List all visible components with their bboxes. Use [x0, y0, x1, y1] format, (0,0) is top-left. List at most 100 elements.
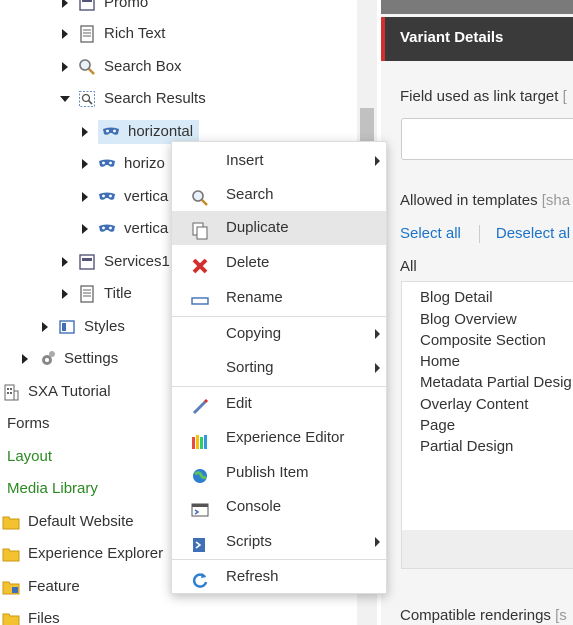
menu-item-rename[interactable]: Rename — [172, 281, 386, 315]
compatible-renderings-text: Compatible renderings — [400, 607, 551, 624]
templates-list: Blog Detail Blog Overview Composite Sect… — [402, 282, 573, 530]
tree-item-layout[interactable]: Layout — [7, 445, 52, 469]
expand-arrow-icon[interactable] — [60, 29, 70, 39]
menu-item-label: Delete — [226, 254, 270, 271]
template-item[interactable]: Blog Overview — [420, 311, 517, 328]
panel-top-bar — [381, 0, 573, 14]
template-item[interactable]: Partial Design — [420, 438, 513, 455]
link-target-label-text: Field used as link target — [400, 88, 559, 105]
tree-item-promo[interactable]: Promo — [60, 0, 148, 15]
menu-item-console[interactable]: Console — [172, 490, 386, 524]
link-target-label: Field used as link target [ — [400, 88, 567, 105]
edit-icon — [191, 395, 209, 415]
styles-icon — [58, 318, 76, 336]
tree-item-variant[interactable]: vertica — [80, 185, 168, 209]
tree-item-files[interactable]: Files — [2, 607, 60, 625]
link-target-input[interactable] — [401, 118, 573, 160]
tree-item-label: Title — [104, 285, 132, 302]
duplicate-icon — [191, 219, 209, 240]
folder-icon — [2, 610, 20, 625]
tree-item-default-website[interactable]: Default Website — [2, 510, 134, 534]
template-item[interactable]: Composite Section — [420, 332, 546, 349]
context-menu: Insert Search Duplicate Delete Rename Co… — [171, 141, 387, 594]
expand-arrow-icon[interactable] — [60, 0, 70, 8]
link-target-hint: [ — [562, 88, 567, 105]
search-results-icon — [78, 90, 96, 108]
expand-arrow-icon[interactable] — [60, 257, 70, 267]
select-all-link[interactable]: Select all — [400, 225, 461, 242]
tree-item-feature[interactable]: Feature — [2, 575, 80, 599]
template-item[interactable]: Metadata Partial Desig — [420, 374, 572, 391]
menu-item-edit[interactable]: Edit — [172, 387, 386, 421]
expand-arrow-icon[interactable] — [20, 354, 30, 364]
publish-icon — [191, 464, 209, 483]
tree-item-settings[interactable]: Settings — [20, 347, 118, 371]
expand-arrow-icon[interactable] — [40, 322, 50, 332]
tree-item-media-library[interactable]: Media Library — [7, 477, 98, 501]
building-icon — [2, 383, 20, 401]
menu-item-duplicate[interactable]: Duplicate — [172, 211, 386, 245]
tree-item-label: Feature — [28, 578, 80, 595]
menu-item-label: Console — [226, 498, 282, 515]
expand-arrow-icon[interactable] — [80, 159, 90, 169]
experience-editor-icon — [191, 429, 209, 449]
template-item[interactable]: Page — [420, 417, 455, 434]
collapse-arrow-icon[interactable] — [60, 94, 70, 104]
tree-item-variant[interactable]: horizo — [80, 152, 165, 176]
tree-item-sxa-tutorial[interactable]: SXA Tutorial — [2, 380, 111, 404]
tree-item-label: Promo — [104, 0, 149, 11]
compatible-renderings-label: Compatible renderings [s — [400, 607, 567, 624]
menu-item-sorting[interactable]: Sorting — [172, 351, 386, 385]
menu-item-search[interactable]: Search — [172, 178, 386, 212]
tree-item-label: Search Results — [104, 90, 206, 107]
tree-item-label: Experience Explorer — [28, 545, 164, 562]
tree-item-label: vertica — [124, 188, 169, 205]
tree-item-rich-text[interactable]: Rich Text — [60, 22, 165, 46]
tree-item-variant[interactable]: vertica — [80, 217, 168, 241]
menu-item-experience-editor[interactable]: Experience Editor — [172, 421, 386, 455]
template-item[interactable]: Overlay Content — [420, 396, 528, 413]
tree-item-forms[interactable]: Forms — [7, 412, 50, 436]
tree-item-services1[interactable]: Services1 — [60, 250, 170, 274]
expand-arrow-icon[interactable] — [80, 224, 90, 234]
tree-item-label: Settings — [64, 350, 119, 367]
menu-item-label: Publish Item — [226, 464, 309, 481]
tree-item-label: vertica — [124, 220, 169, 237]
menu-item-publish-item[interactable]: Publish Item — [172, 456, 386, 490]
tree-item-label: Services1 — [104, 253, 170, 270]
variant-mask-icon — [102, 123, 120, 141]
expand-arrow-icon[interactable] — [80, 127, 90, 137]
expand-arrow-icon[interactable] — [60, 62, 70, 72]
allowed-templates-hint: [sha — [541, 192, 571, 209]
menu-item-delete[interactable]: Delete — [172, 246, 386, 280]
menu-item-refresh[interactable]: Refresh — [172, 560, 386, 594]
expand-arrow-icon[interactable] — [80, 192, 90, 202]
menu-item-copying[interactable]: Copying — [172, 317, 386, 351]
tree-item-styles[interactable]: Styles — [40, 315, 125, 339]
delete-icon — [191, 254, 209, 274]
layout-icon — [78, 253, 96, 271]
tree-item-search-results[interactable]: Search Results — [60, 87, 206, 111]
menu-item-label: Insert — [226, 152, 264, 169]
template-item[interactable]: Home — [420, 353, 460, 370]
menu-item-insert[interactable]: Insert — [172, 144, 386, 178]
tree-item-label: horizo — [124, 155, 165, 172]
gear-icon — [38, 350, 56, 368]
template-item[interactable]: Blog Detail — [420, 289, 493, 306]
layout-icon — [78, 0, 96, 12]
all-label: All — [400, 258, 417, 275]
allowed-templates-text: Allowed in templates — [400, 192, 538, 209]
templates-listbox[interactable]: Blog Detail Blog Overview Composite Sect… — [401, 281, 573, 569]
search-icon — [191, 186, 209, 206]
tree-item-search-box[interactable]: Search Box — [60, 55, 182, 79]
tree-item-experience-explorer[interactable]: Experience Explorer — [2, 542, 163, 566]
refresh-icon — [191, 568, 209, 588]
tree-item-label: Search Box — [104, 58, 182, 75]
panel-header[interactable]: Variant Details — [381, 17, 573, 61]
menu-item-scripts[interactable]: Scripts — [172, 525, 386, 559]
deselect-all-link[interactable]: Deselect al — [496, 225, 570, 242]
tree-item-title[interactable]: Title — [60, 282, 132, 306]
link-divider — [478, 225, 480, 244]
expand-arrow-icon[interactable] — [60, 289, 70, 299]
tree-item-label: Styles — [84, 318, 125, 335]
